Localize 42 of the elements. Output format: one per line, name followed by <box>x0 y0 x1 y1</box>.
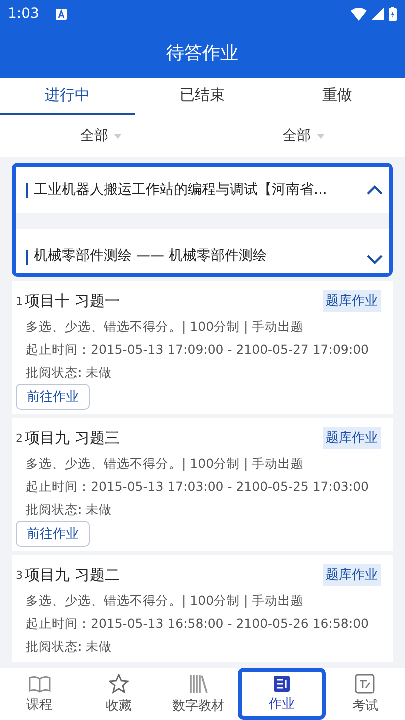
chevron-down-icon <box>367 255 383 265</box>
type-tag: 题库作业 <box>323 427 381 449</box>
item-number: 1 <box>16 294 23 308</box>
caret-icon <box>114 134 122 138</box>
assignment-title: 项目九 习题二 <box>25 566 121 584</box>
course-item[interactable]: 工业机器人搬运工作站的编程与调试【河南省... <box>16 167 389 213</box>
tab[interactable]: 重做 <box>270 78 405 115</box>
books-icon <box>188 674 209 694</box>
wifi-icon <box>351 8 367 20</box>
assignment-title: 项目十 习题一 <box>25 292 121 310</box>
review-status: 批阅状态: 未做 <box>25 364 114 382</box>
exam-icon <box>355 674 376 694</box>
filter-dropdown[interactable]: 全部 <box>202 115 405 157</box>
course-item[interactable]: 机械零部件测绘 —— 机械零部件测绘 <box>16 229 389 273</box>
nav-item[interactable]: 作业 <box>238 668 326 720</box>
signal-icon <box>372 8 384 20</box>
filter-dropdown[interactable]: 全部 <box>0 115 202 157</box>
assignment-rules: 多选、少选、错选不得分。| 100分制 | 手动出题 <box>25 318 306 336</box>
assignment-time: 起止时间：2015-05-13 16:58:00 - 2100-05-26 16:58:00 <box>25 615 370 633</box>
status-time: 1:03 <box>8 6 40 22</box>
homework-icon <box>274 676 290 692</box>
assignment-title: 项目九 习题三 <box>25 428 121 448</box>
book-icon <box>28 674 51 692</box>
star-icon <box>109 674 130 694</box>
assignment-rules: 多选、少选、错选不得分。| 100分制 | 手动出题 <box>25 455 306 473</box>
assignment-rules: 多选、少选、错选不得分。| 100分制 | 手动出题 <box>25 592 306 610</box>
type-tag: 题库作业 <box>323 564 381 586</box>
go-to-assignment-button[interactable]: 前往作业 <box>16 521 90 547</box>
chevron-up-icon <box>367 185 383 195</box>
page-title: 待答作业 <box>166 42 238 65</box>
review-status: 批阅状态: 未做 <box>25 501 114 519</box>
item-number: 2 <box>16 432 23 444</box>
assignment-time: 起止时间：2015-05-13 17:03:00 - 2100-05-25 17:03:00 <box>25 478 370 496</box>
type-tag: 题库作业 <box>323 290 381 312</box>
caret-icon <box>316 134 325 138</box>
assignment-time: 起止时间：2015-05-13 17:09:00 - 2100-05-27 17:09:00 <box>25 341 370 359</box>
review-status: 批阅状态: 未做 <box>25 638 114 656</box>
go-to-assignment-button[interactable]: 前往作业 <box>16 384 90 410</box>
battery-icon <box>389 7 397 21</box>
tab[interactable]: 已结束 <box>135 78 270 115</box>
notification-icon <box>56 8 68 20</box>
item-number: 3 <box>16 568 23 582</box>
